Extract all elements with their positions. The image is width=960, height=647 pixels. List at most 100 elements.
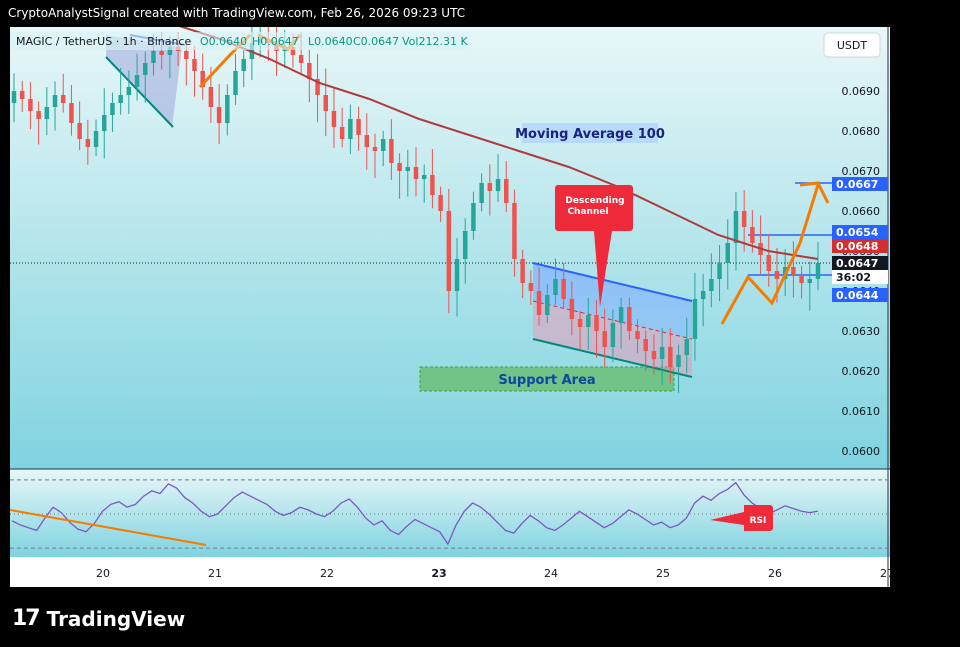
candle-body[interactable] xyxy=(799,275,804,283)
candle-body[interactable] xyxy=(733,211,739,243)
candle-body[interactable] xyxy=(151,51,156,63)
candle-body[interactable] xyxy=(446,211,452,291)
candle-body[interactable] xyxy=(487,183,493,191)
time-axis-tick: 25 xyxy=(656,567,670,580)
candle-body[interactable] xyxy=(36,111,41,119)
candle-body[interactable] xyxy=(438,195,443,211)
price-axis-tick: 0.0680 xyxy=(842,125,881,138)
candle-body[interactable] xyxy=(471,203,476,231)
candle-body[interactable] xyxy=(659,347,665,359)
candle-body[interactable] xyxy=(405,167,411,171)
candle-body[interactable] xyxy=(184,51,189,59)
candle-body[interactable] xyxy=(520,259,525,283)
candle-body[interactable] xyxy=(569,299,575,319)
price-axis-tick: 0.0620 xyxy=(842,365,881,378)
candle-body[interactable] xyxy=(110,103,115,115)
moving-average-label: Moving Average 100 xyxy=(515,127,665,142)
candle-body[interactable] xyxy=(454,259,460,291)
candle-body[interactable] xyxy=(602,331,607,347)
candle-body[interactable] xyxy=(717,263,722,279)
candle-body[interactable] xyxy=(594,315,599,331)
candle-body[interactable] xyxy=(561,279,566,299)
support-area-label: Support Area xyxy=(498,373,595,388)
candle-body[interactable] xyxy=(339,127,345,139)
candle-body[interactable] xyxy=(627,307,632,331)
candle-body[interactable] xyxy=(536,291,542,315)
candle-body[interactable] xyxy=(504,179,509,203)
time-axis-tick: 23 xyxy=(431,567,446,580)
candle-body[interactable] xyxy=(766,255,772,271)
candle-body[interactable] xyxy=(331,111,337,127)
candle-body[interactable] xyxy=(159,51,164,55)
candle-body[interactable] xyxy=(52,95,58,107)
candle-body[interactable] xyxy=(750,227,755,243)
candle-body[interactable] xyxy=(208,87,214,107)
candle-body[interactable] xyxy=(19,91,25,99)
price-badge-label: 36:02 xyxy=(836,271,871,284)
candle-body[interactable] xyxy=(643,339,648,351)
candle-body[interactable] xyxy=(709,279,714,291)
time-axis-tick: 21 xyxy=(208,567,222,580)
candle-body[interactable] xyxy=(93,131,99,147)
candle-body[interactable] xyxy=(143,63,148,75)
candle-body[interactable] xyxy=(134,75,140,87)
candle-body[interactable] xyxy=(11,91,17,103)
candle-body[interactable] xyxy=(807,279,813,283)
candle-body[interactable] xyxy=(397,163,402,171)
candle-body[interactable] xyxy=(77,123,82,139)
candle-body[interactable] xyxy=(577,319,583,327)
candle-body[interactable] xyxy=(495,179,501,191)
candle-body[interactable] xyxy=(44,107,50,119)
candle-body[interactable] xyxy=(651,351,657,359)
candle-body[interactable] xyxy=(126,87,132,95)
candle-body[interactable] xyxy=(216,107,222,123)
candle-body[interactable] xyxy=(356,119,361,135)
candle-body[interactable] xyxy=(118,95,123,103)
candle-body[interactable] xyxy=(430,175,435,195)
candle-body[interactable] xyxy=(668,347,673,367)
candle-body[interactable] xyxy=(241,59,246,71)
candle-body[interactable] xyxy=(69,103,74,123)
candle-body[interactable] xyxy=(233,71,238,95)
candle-body[interactable] xyxy=(774,271,780,279)
candle-body[interactable] xyxy=(372,147,378,151)
candle-body[interactable] xyxy=(545,295,550,315)
candle-body[interactable] xyxy=(479,183,484,203)
candle-body[interactable] xyxy=(692,299,698,339)
candle-body[interactable] xyxy=(85,139,91,147)
candle-body[interactable] xyxy=(389,139,394,163)
candle-body[interactable] xyxy=(348,119,353,139)
candle-body[interactable] xyxy=(528,283,534,291)
candle-body[interactable] xyxy=(725,243,730,263)
candle-body[interactable] xyxy=(102,115,107,131)
candle-body[interactable] xyxy=(586,315,591,327)
candle-body[interactable] xyxy=(684,339,689,355)
candle-body[interactable] xyxy=(413,167,419,179)
price-badge-label: 0.0644 xyxy=(836,289,879,302)
candle-body[interactable] xyxy=(28,99,33,111)
rsi-callout-label: RSI xyxy=(750,516,767,526)
candle-body[interactable] xyxy=(364,135,370,147)
candle-body[interactable] xyxy=(741,211,747,227)
price-axis-tick: 0.0660 xyxy=(842,205,881,218)
candle-body[interactable] xyxy=(791,267,796,275)
candle-body[interactable] xyxy=(323,95,328,111)
candle-body[interactable] xyxy=(512,203,517,259)
candle-body[interactable] xyxy=(60,95,66,103)
tradingview-brand: 17 TradingView xyxy=(12,606,185,631)
candle-body[interactable] xyxy=(618,307,624,323)
candle-body[interactable] xyxy=(421,175,427,179)
candle-body[interactable] xyxy=(462,231,468,259)
candle-body[interactable] xyxy=(298,55,304,63)
candle-body[interactable] xyxy=(815,263,821,279)
price-badge-label: 0.0654 xyxy=(836,226,879,239)
candle-body[interactable] xyxy=(192,59,197,71)
candle-body[interactable] xyxy=(380,139,386,151)
candle-body[interactable] xyxy=(676,355,681,367)
candle-body[interactable] xyxy=(700,291,706,299)
candle-body[interactable] xyxy=(635,331,640,339)
candle-body[interactable] xyxy=(225,95,230,123)
candle-body[interactable] xyxy=(610,323,616,347)
candle-body[interactable] xyxy=(553,279,558,295)
price-chart[interactable]: Support Area Moving Average 100 Descending… xyxy=(10,27,890,587)
